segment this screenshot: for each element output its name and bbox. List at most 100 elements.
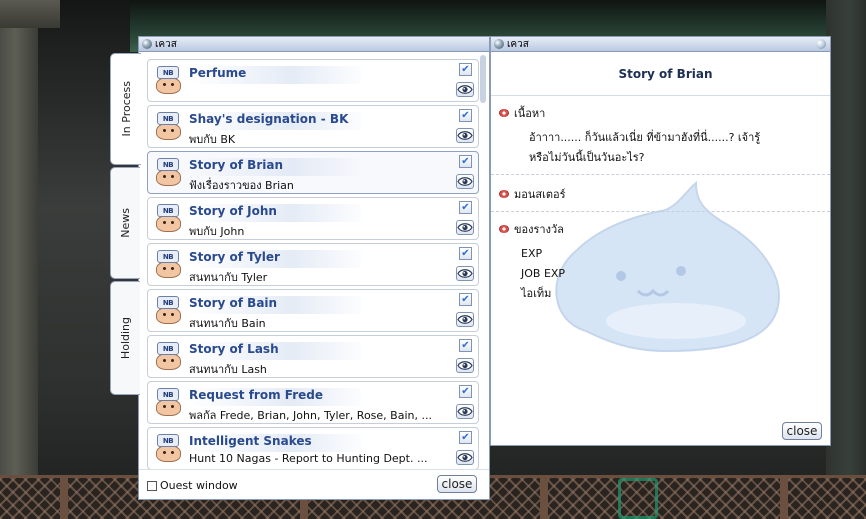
- red-orb-icon: [499, 190, 509, 198]
- quest-track-checkbox[interactable]: ✔: [459, 155, 472, 168]
- quest-track-checkbox[interactable]: ✔: [459, 385, 472, 398]
- window-minimize-icon[interactable]: [816, 39, 826, 49]
- tab-holding[interactable]: Holding: [110, 281, 140, 395]
- view-quest-button[interactable]: [456, 82, 474, 97]
- checkmark-icon: ✔: [461, 431, 470, 443]
- badge-face: [156, 77, 181, 94]
- monster-section: มอนสเตอร์: [491, 175, 830, 212]
- quest-window-label: Ouest window: [160, 479, 238, 492]
- eye-icon: [457, 315, 473, 324]
- background-pillar-cap: [0, 0, 60, 28]
- badge-face: [156, 307, 181, 324]
- close-button[interactable]: close: [782, 422, 822, 440]
- badge-face: [156, 215, 181, 232]
- quest-detail-footer: close: [491, 417, 830, 445]
- eye-icon: [457, 361, 473, 370]
- badge-text: NB: [157, 66, 179, 79]
- view-quest-button[interactable]: [456, 128, 474, 143]
- checkmark-icon: ✔: [461, 247, 470, 259]
- view-quest-button[interactable]: [456, 450, 474, 465]
- quest-title: Story of Tyler: [189, 250, 361, 268]
- badge-face: [156, 169, 181, 186]
- quest-detail-titlebar[interactable]: เควส: [491, 37, 830, 52]
- checkmark-icon: ✔: [461, 201, 470, 213]
- quest-title: Story of John: [189, 204, 361, 222]
- eye-icon: [457, 85, 473, 94]
- quest-track-checkbox[interactable]: ✔: [459, 431, 472, 444]
- ground-marker: [618, 478, 658, 519]
- quest-list-item[interactable]: NB Story of John พบกับ John ✔: [147, 197, 479, 240]
- novice-face-icon: NB: [155, 250, 182, 280]
- quest-track-checkbox[interactable]: ✔: [459, 201, 472, 214]
- quest-list-titlebar[interactable]: เควส: [139, 37, 489, 52]
- quest-list-item[interactable]: NB Story of Brian ฟังเรื่องราวของ Brian …: [147, 151, 479, 194]
- view-quest-button[interactable]: [456, 358, 474, 373]
- eye-icon: [457, 177, 473, 186]
- content-text: อ้าาาา...... ก็วันแล้วเนี่ย ที่ข้ามาฮังท…: [529, 131, 761, 164]
- badge-face: [156, 399, 181, 416]
- eye-icon: [457, 269, 473, 278]
- quest-title: Shay's designation - BK: [189, 112, 361, 130]
- quest-list-item[interactable]: NB Story of Lash สนทนากับ Lash ✔: [147, 335, 479, 378]
- quest-track-checkbox[interactable]: ✔: [459, 339, 472, 352]
- quest-list-item[interactable]: NB Story of Tyler สนทนากับ Tyler ✔: [147, 243, 479, 286]
- window-orb-icon: [142, 39, 152, 49]
- quest-subtitle: พบกับ BK: [189, 133, 236, 146]
- view-quest-button[interactable]: [456, 312, 474, 327]
- reward-section: ของรางวัล EXP JOB EXP ไอเท็ม: [491, 212, 830, 310]
- quest-detail-window: เควส Story of Brian เนื้อหา อ้าาาา......…: [490, 36, 831, 446]
- eye-icon: [457, 453, 473, 462]
- quest-list-window: เควส In Process News Holding NB Perfume …: [110, 36, 490, 500]
- content-heading: เนื้อหา: [514, 107, 546, 120]
- badge-text: NB: [157, 296, 179, 309]
- fence-post: [60, 475, 68, 519]
- quest-list-item[interactable]: NB Intelligent Snakes Hunt 10 Nagas - Re…: [147, 427, 479, 470]
- quest-subtitle: สนทนากับ Tyler: [189, 271, 268, 284]
- quest-name: Story of Brian: [618, 66, 713, 81]
- quest-list-item[interactable]: NB Story of Bain สนทนากับ Bain ✔: [147, 289, 479, 332]
- quest-track-checkbox[interactable]: ✔: [459, 247, 472, 260]
- reward-heading-row: ของรางวัล: [499, 220, 820, 238]
- tab-in-process[interactable]: In Process: [110, 53, 141, 165]
- badge-text: NB: [157, 250, 179, 263]
- checkmark-icon: ✔: [461, 293, 470, 305]
- content-heading-row: เนื้อหา: [499, 104, 820, 122]
- view-quest-button[interactable]: [456, 266, 474, 281]
- novice-face-icon: NB: [155, 158, 182, 188]
- tab-label: Holding: [119, 316, 132, 360]
- eye-icon: [457, 407, 473, 416]
- quest-track-checkbox[interactable]: ✔: [459, 109, 472, 122]
- quest-detail-body: เนื้อหา อ้าาาา...... ก็วันแล้วเนี่ย ที่ข…: [491, 96, 830, 430]
- badge-text: NB: [157, 342, 179, 355]
- badge-text: NB: [157, 158, 179, 171]
- view-quest-button[interactable]: [456, 174, 474, 189]
- quest-title: Story of Brian: [189, 158, 361, 176]
- red-orb-icon: [499, 109, 509, 117]
- quest-list-item[interactable]: NB Shay's designation - BK พบกับ BK ✔: [147, 105, 479, 148]
- checkmark-icon: ✔: [461, 63, 470, 75]
- quest-list-footer: Ouest window close: [139, 469, 489, 499]
- quest-list-item[interactable]: NB Request from Frede พลกัล Frede, Brian…: [147, 381, 479, 424]
- scroll-thumb[interactable]: [480, 55, 486, 103]
- view-quest-button[interactable]: [456, 404, 474, 419]
- badge-face: [156, 445, 181, 462]
- close-button[interactable]: close: [437, 475, 477, 493]
- tab-news[interactable]: News: [110, 167, 140, 279]
- quest-title: Intelligent Snakes: [189, 434, 361, 452]
- view-quest-button[interactable]: [456, 220, 474, 235]
- eye-icon: [457, 223, 473, 232]
- eye-icon: [457, 131, 473, 140]
- quest-window-checkbox[interactable]: [147, 481, 157, 491]
- quest-list-item[interactable]: NB Perfume ✔: [147, 59, 479, 102]
- quest-track-checkbox[interactable]: ✔: [459, 63, 472, 76]
- fence-post: [540, 475, 548, 519]
- novice-face-icon: NB: [155, 342, 182, 372]
- window-orb-icon: [494, 39, 504, 49]
- quest-track-checkbox[interactable]: ✔: [459, 293, 472, 306]
- background-pillar: [0, 0, 38, 519]
- badge-text: NB: [157, 204, 179, 217]
- badge-text: NB: [157, 388, 179, 401]
- quest-list-scrollbar[interactable]: [479, 55, 487, 475]
- badge-face: [156, 353, 181, 370]
- checkmark-icon: ✔: [461, 155, 470, 167]
